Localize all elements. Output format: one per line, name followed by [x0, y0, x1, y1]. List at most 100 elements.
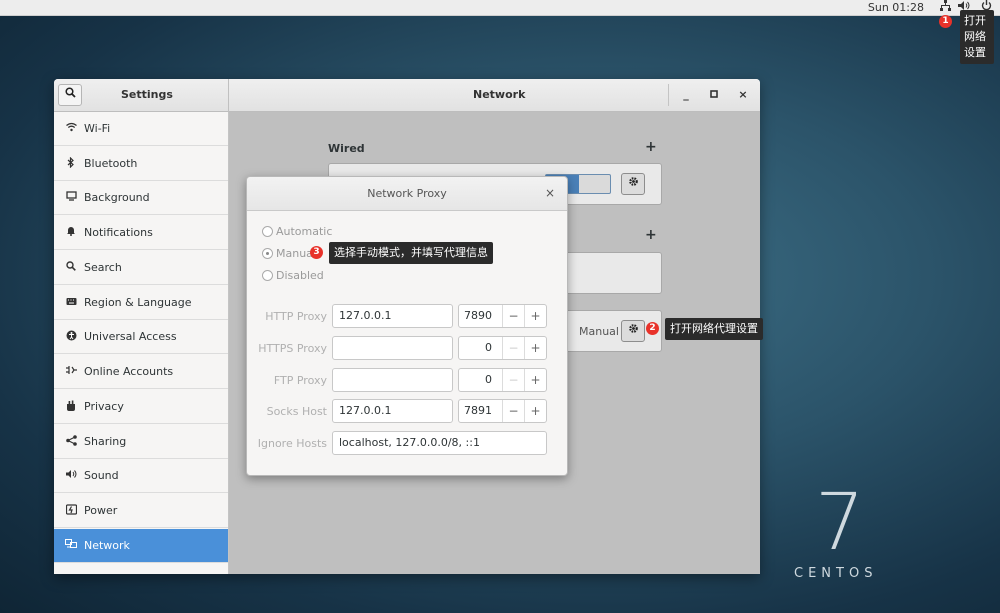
radio-label: Disabled	[276, 269, 324, 282]
sidebar-item-label: Universal Access	[84, 330, 177, 343]
socks-port-spinner[interactable]: 7891 − +	[458, 399, 547, 423]
add-wired-button[interactable]: +	[645, 139, 657, 155]
centos-wordmark: CENTOS	[794, 566, 878, 581]
decrement-button[interactable]: −	[502, 369, 524, 391]
sidebar-item-label: Sharing	[84, 435, 127, 448]
background-icon	[64, 191, 78, 205]
ignore-hosts-label: Ignore Hosts	[257, 437, 327, 450]
open-network-settings-tooltip: 打开 网络 设置	[960, 10, 994, 64]
manual-mode-tooltip: 选择手动模式，并填写代理信息	[329, 242, 493, 264]
maximize-button[interactable]	[707, 88, 721, 102]
proxy-settings-button[interactable]	[621, 320, 645, 342]
https-proxy-label: HTTPS Proxy	[258, 342, 327, 355]
open-proxy-settings-tooltip: 打开网络代理设置	[665, 318, 763, 340]
hand-icon	[64, 400, 78, 414]
header-separator	[668, 84, 669, 106]
sidebar-item-notifications[interactable]: Notifications	[54, 216, 228, 250]
network-proxy-dialog: Network Proxy × Automatic Manual Disable…	[246, 176, 568, 476]
tooltip-line: 打开	[964, 14, 986, 27]
network-icon[interactable]	[938, 0, 952, 15]
close-button[interactable]: ×	[736, 88, 750, 102]
mode-automatic-radio[interactable]: Automatic	[262, 225, 332, 238]
sidebar-item-sound[interactable]: Sound	[54, 459, 228, 493]
add-vpn-button[interactable]: +	[645, 227, 657, 243]
sidebar-item-label: Power	[84, 504, 118, 517]
settings-sidebar: Wi-Fi Bluetooth Background Notifications…	[54, 112, 229, 574]
socks-host-input[interactable]: 127.0.0.1	[332, 399, 453, 423]
sidebar-item-search[interactable]: Search	[54, 251, 228, 285]
ftp-proxy-port-spinner[interactable]: 0 − +	[458, 368, 547, 392]
wifi-icon	[64, 122, 78, 136]
decrement-button[interactable]: −	[502, 400, 524, 422]
step-1-badge: 1	[939, 15, 952, 28]
sidebar-item-label: Region & Language	[84, 296, 192, 309]
sidebar-item-label: Sound	[84, 469, 119, 482]
mode-disabled-radio[interactable]: Disabled	[262, 269, 324, 282]
sidebar-item-bluetooth[interactable]: Bluetooth	[54, 147, 228, 181]
radio-label: Automatic	[276, 225, 333, 238]
dialog-close-button[interactable]: ×	[545, 186, 555, 200]
decrement-button[interactable]: −	[502, 337, 524, 359]
increment-button[interactable]: +	[524, 400, 546, 422]
sidebar-item-label: Online Accounts	[84, 365, 174, 378]
search-icon	[64, 87, 76, 98]
sound-icon	[64, 469, 78, 483]
gear-icon	[628, 324, 638, 333]
sidebar-item-label: Background	[84, 191, 150, 204]
sidebar-item-universal-access[interactable]: Universal Access	[54, 320, 228, 354]
sidebar-item-label: Notifications	[84, 226, 153, 239]
port-value: 7890	[464, 309, 492, 322]
radio-indicator	[262, 226, 273, 237]
maximize-icon	[710, 90, 718, 98]
sidebar-header: Settings	[54, 79, 229, 112]
radio-indicator	[262, 270, 273, 281]
https-proxy-port-spinner[interactable]: 0 − +	[458, 336, 547, 360]
centos-version-logo: 7	[815, 478, 865, 568]
sidebar-item-sharing[interactable]: Sharing	[54, 425, 228, 459]
sidebar-item-label: Network	[84, 539, 130, 552]
power-icon	[64, 504, 78, 518]
minimize-button[interactable]: _	[679, 88, 693, 102]
header-bar: Settings Network _ ×	[54, 79, 760, 112]
ignore-hosts-input[interactable]: localhost, 127.0.0.0/8, ::1	[332, 431, 547, 455]
decrement-button[interactable]: −	[502, 305, 524, 327]
step-3-badge: 3	[310, 246, 323, 259]
bell-icon	[64, 226, 78, 240]
search-button[interactable]	[58, 84, 82, 106]
wired-section-label: Wired	[328, 142, 365, 155]
network-icon	[64, 539, 78, 553]
step-2-badge: 2	[646, 322, 659, 335]
bluetooth-icon	[64, 156, 78, 171]
http-proxy-port-spinner[interactable]: 7890 − +	[458, 304, 547, 328]
increment-button[interactable]: +	[524, 369, 546, 391]
increment-button[interactable]: +	[524, 337, 546, 359]
sidebar-item-label: Wi-Fi	[84, 122, 111, 135]
search-icon	[64, 261, 78, 275]
socks-host-label: Socks Host	[266, 405, 327, 418]
sidebar-item-online-accounts[interactable]: Online Accounts	[54, 355, 228, 389]
https-proxy-host-input[interactable]	[332, 336, 453, 360]
sidebar-item-power[interactable]: Power	[54, 494, 228, 528]
sidebar-item-background[interactable]: Background	[54, 181, 228, 215]
sidebar-item-privacy[interactable]: Privacy	[54, 390, 228, 424]
keyboard-icon	[64, 296, 78, 310]
accessibility-icon	[64, 330, 78, 344]
sidebar-item-region-language[interactable]: Region & Language	[54, 286, 228, 320]
dialog-title: Network Proxy	[367, 187, 447, 200]
sidebar-item-network[interactable]: Network	[54, 529, 228, 563]
http-proxy-host-input[interactable]: 127.0.0.1	[332, 304, 453, 328]
ftp-proxy-host-input[interactable]	[332, 368, 453, 392]
panel-title: Network	[473, 88, 526, 101]
wired-settings-button[interactable]	[621, 173, 645, 195]
radio-indicator	[262, 248, 273, 259]
sidebar-item-label: Search	[84, 261, 122, 274]
increment-button[interactable]: +	[524, 305, 546, 327]
http-proxy-label: HTTP Proxy	[265, 310, 327, 323]
sidebar-item-wifi[interactable]: Wi-Fi	[54, 112, 228, 146]
mode-manual-radio[interactable]: Manual	[262, 247, 316, 260]
port-value: 0	[485, 373, 492, 386]
tooltip-line: 设置	[964, 46, 986, 59]
sidebar-item-label: Bluetooth	[84, 157, 138, 170]
clock[interactable]: Sun 01:28	[868, 0, 924, 15]
tooltip-line: 网络	[964, 30, 986, 43]
